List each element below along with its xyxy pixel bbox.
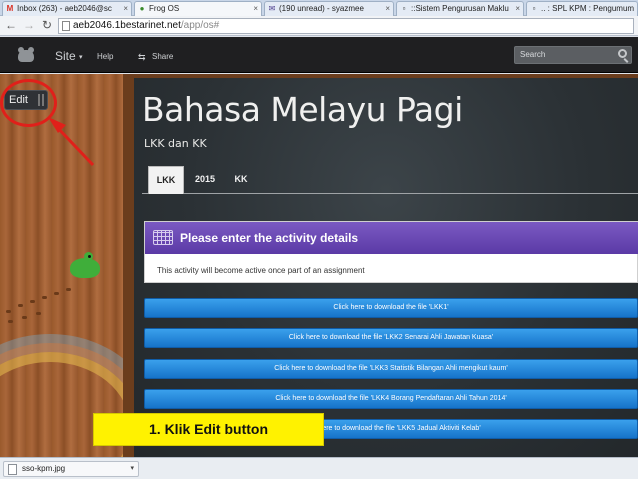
browser-tab-frog-os[interactable]: ● Frog OS × xyxy=(134,1,262,16)
browser-tab-label: (190 unread) - syazmee xyxy=(279,4,364,13)
activity-panel-header: Please enter the activity details xyxy=(145,222,638,254)
share-link[interactable]: Share xyxy=(152,52,173,61)
downloaded-file-item[interactable]: sso-kpm.jpg ▾ xyxy=(3,461,139,477)
frog-mascot-icon xyxy=(70,252,100,278)
decorative-dots xyxy=(6,280,116,323)
download-button-lkk4[interactable]: Click here to download the file 'LKK4 Bo… xyxy=(144,389,638,409)
download-button-lkk3[interactable]: Click here to download the file 'LKK3 St… xyxy=(144,359,638,379)
address-bar[interactable]: aeb2046.1bestarinet.net/app/os# xyxy=(58,18,634,34)
download-button-lkk1[interactable]: Click here to download the file 'LKK1' xyxy=(144,298,638,318)
close-icon[interactable]: × xyxy=(385,2,390,15)
frog-icon: ● xyxy=(139,4,145,13)
close-icon[interactable]: × xyxy=(515,2,520,15)
back-icon[interactable]: ← xyxy=(4,18,18,32)
activity-panel: Please enter the activity details This a… xyxy=(144,221,638,283)
reload-icon[interactable]: ↻ xyxy=(40,18,54,32)
browser-tab-strip: M Inbox (263) - aeb2046@sc × ● Frog OS ×… xyxy=(0,0,638,16)
browser-tab-spl-kpm[interactable]: ▫ .. : SPL KPM : Pengumum xyxy=(526,1,638,16)
tab-kk[interactable]: KK xyxy=(228,166,254,194)
browser-tab-gmail[interactable]: M Inbox (263) - aeb2046@sc × xyxy=(2,1,132,16)
highlight-circle xyxy=(0,79,57,127)
page-tabs: LKK 2015 KK xyxy=(142,166,638,194)
browser-tab-label: Frog OS xyxy=(149,4,180,13)
tab-lkk[interactable]: LKK xyxy=(148,166,184,194)
browser-tab-label: Inbox (263) - aeb2046@sc xyxy=(17,4,112,13)
forward-icon[interactable]: → xyxy=(22,18,36,32)
browser-tab-label: .. : SPL KPM : Pengumum xyxy=(541,4,635,13)
browser-tab-mail[interactable]: ✉ (190 unread) - syazmee × xyxy=(264,1,394,16)
page-icon: ▫ xyxy=(532,4,536,13)
download-shelf: sso-kpm.jpg ▾ xyxy=(0,457,638,479)
share-icon[interactable]: ⇆ xyxy=(138,52,146,63)
activity-title: Please enter the activity details xyxy=(180,231,359,245)
browser-tab-label: ::Sistem Pengurusan Maklu xyxy=(411,4,509,13)
page-icon: ▫ xyxy=(402,4,406,13)
gmail-icon: M xyxy=(6,4,14,13)
keyboard-icon xyxy=(153,230,173,245)
downloaded-file-name: sso-kpm.jpg xyxy=(22,464,66,473)
page-subtitle: LKK dan KK xyxy=(144,137,207,150)
browser-tab-sistem[interactable]: ▫ ::Sistem Pengurusan Maklu × xyxy=(396,1,524,16)
search-icon[interactable] xyxy=(618,49,627,58)
activity-message: This activity will become active once pa… xyxy=(157,266,365,275)
mail-icon: ✉ xyxy=(268,4,276,13)
search-placeholder: Search xyxy=(520,50,546,59)
page-icon xyxy=(62,21,70,31)
url-host: aeb2046.1bestarinet.net xyxy=(73,20,181,31)
frog-logo-icon[interactable] xyxy=(18,47,34,62)
file-icon xyxy=(8,464,17,475)
chevron-down-icon[interactable]: ▾ xyxy=(79,53,83,61)
close-icon[interactable]: × xyxy=(253,2,258,15)
close-icon[interactable]: × xyxy=(123,2,128,15)
browser-toolbar: ← → ↻ aeb2046.1bestarinet.net/app/os# xyxy=(0,16,638,36)
chevron-down-icon[interactable]: ▾ xyxy=(130,462,134,476)
frog-header-bar: Site ▾ Help ⇆ Share Search xyxy=(0,37,638,73)
tab-2015[interactable]: 2015 xyxy=(188,166,222,194)
instruction-caption: 1. Klik Edit button xyxy=(93,413,324,446)
url-path: /app/os# xyxy=(180,20,220,31)
search-input[interactable]: Search xyxy=(514,46,632,64)
site-menu[interactable]: Site xyxy=(55,49,76,63)
download-button-lkk2[interactable]: Click here to download the file 'LKK2 Se… xyxy=(144,328,638,348)
help-link[interactable]: Help xyxy=(97,52,113,61)
page-title: Bahasa Melayu Pagi xyxy=(142,90,463,129)
